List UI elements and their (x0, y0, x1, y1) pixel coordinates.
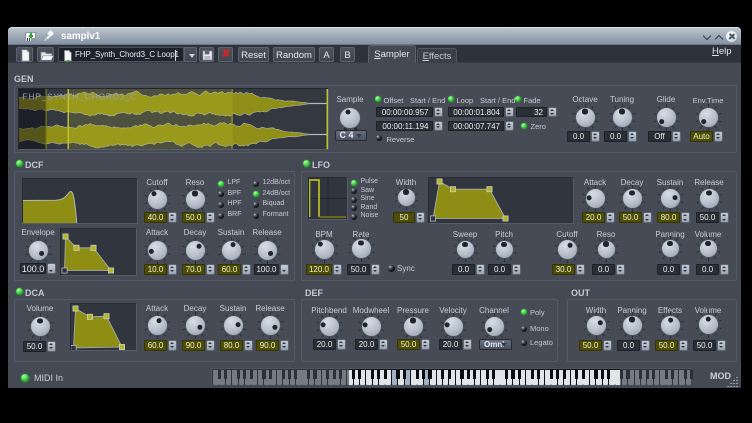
svg-text:FHP_SYNTH_CHORD3_C: FHP_SYNTH_CHORD3_C (23, 92, 138, 102)
